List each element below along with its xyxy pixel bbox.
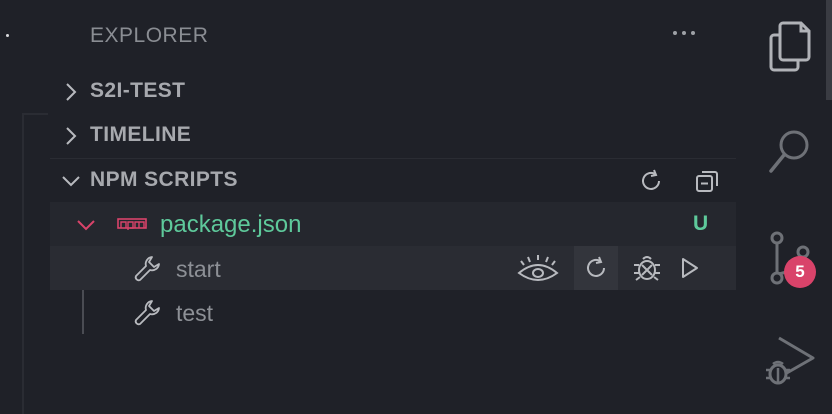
files-icon xyxy=(769,21,811,72)
run-debug-icon xyxy=(766,336,815,385)
section-title: NPM SCRIPTS xyxy=(90,168,238,191)
indent-guide xyxy=(22,113,24,414)
activity-indicator-dot xyxy=(6,34,9,37)
chevron-right-icon xyxy=(66,127,77,145)
activity-run-debug[interactable] xyxy=(748,318,832,402)
explorer-panel: EXPLORER S2I-TEST TIMELINE NPM SCRIPTS p… xyxy=(0,0,748,414)
section-title: S2I-TEST xyxy=(90,79,186,102)
watch-button[interactable] xyxy=(516,248,560,288)
refresh-icon xyxy=(642,169,660,190)
section-title: TIMELINE xyxy=(90,123,192,146)
debug-button[interactable] xyxy=(630,251,664,285)
section-timeline[interactable]: TIMELINE xyxy=(50,114,736,158)
git-status-badge: U xyxy=(693,212,709,235)
indent-guide xyxy=(22,113,48,115)
ellipsis-icon xyxy=(673,31,695,35)
script-item-test[interactable]: test xyxy=(50,290,736,334)
activity-bar xyxy=(748,0,832,414)
collapse-all-button[interactable] xyxy=(690,164,724,198)
run-script-button[interactable] xyxy=(672,251,706,285)
wrench-icon xyxy=(134,256,160,282)
chevron-right-icon xyxy=(66,83,77,101)
search-icon xyxy=(769,130,809,173)
activity-search[interactable] xyxy=(748,110,832,194)
wrench-icon xyxy=(134,300,160,326)
section-s2i-test[interactable]: S2I-TEST xyxy=(50,70,736,114)
activity-explorer[interactable] xyxy=(748,4,832,88)
script-item-start[interactable]: start xyxy=(50,246,736,290)
chevron-down-icon xyxy=(62,176,80,187)
section-npm-scripts[interactable]: NPM SCRIPTS xyxy=(50,158,736,202)
collapse-all-icon xyxy=(696,171,718,192)
package-json-item[interactable]: package.json U xyxy=(50,202,736,246)
more-actions-button[interactable] xyxy=(670,22,700,48)
script-name: test xyxy=(176,300,214,326)
refresh-button[interactable] xyxy=(634,164,668,198)
npm-logo-icon xyxy=(117,218,147,230)
package-name: package.json xyxy=(160,211,302,238)
restart-button[interactable] xyxy=(574,246,618,290)
refresh-icon xyxy=(587,256,605,277)
chevron-down-icon xyxy=(77,220,95,231)
script-name: start xyxy=(176,256,221,282)
source-control-badge: 5 xyxy=(784,256,816,288)
scrollbar[interactable] xyxy=(826,0,832,100)
explorer-title: EXPLORER xyxy=(90,24,209,47)
bug-icon xyxy=(634,256,660,281)
play-icon xyxy=(682,258,698,278)
eye-icon xyxy=(517,255,559,281)
